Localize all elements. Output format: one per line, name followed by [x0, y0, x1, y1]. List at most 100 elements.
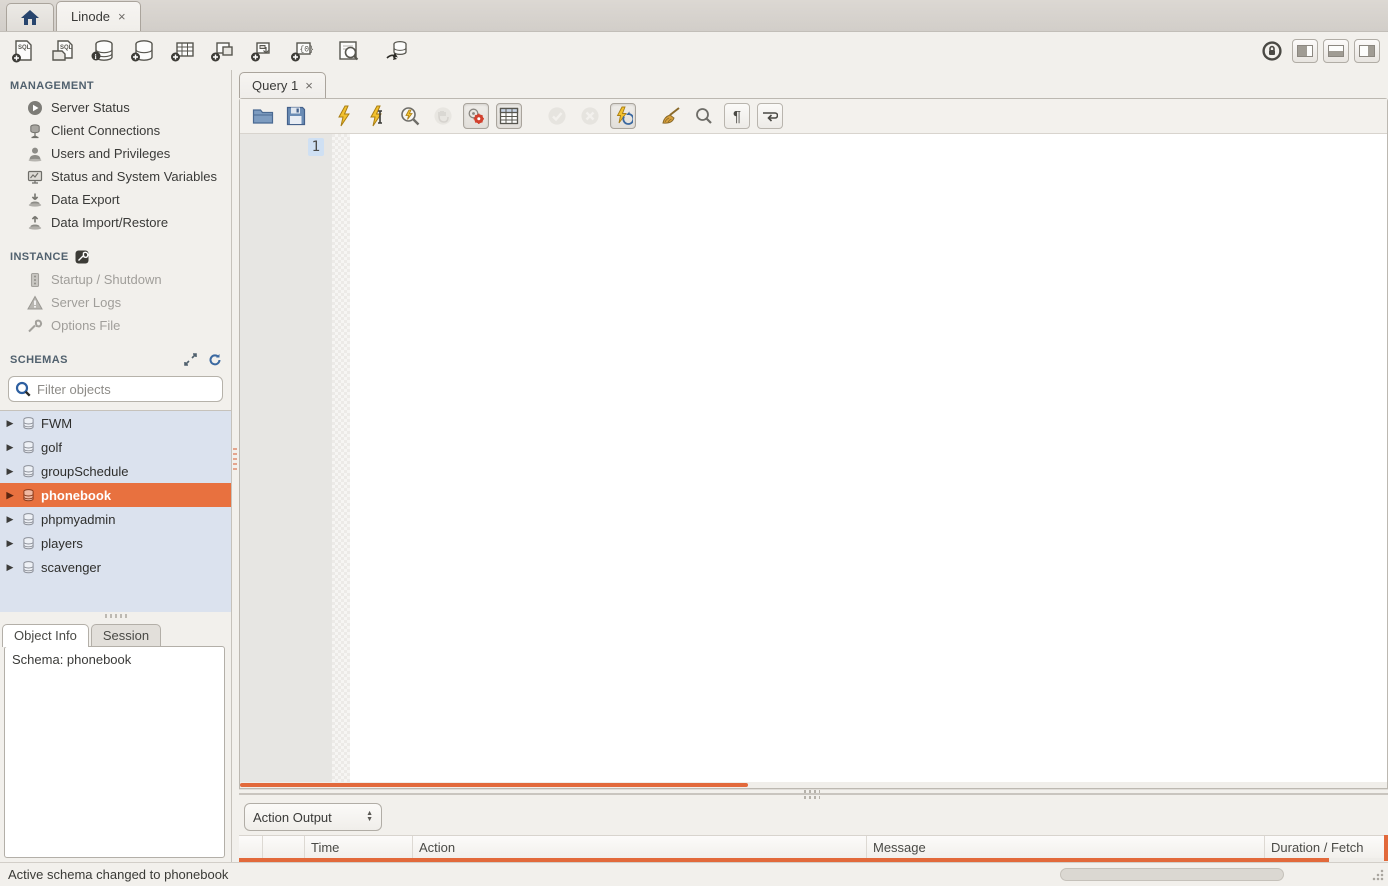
- create-view-icon: [209, 38, 237, 64]
- home-tab[interactable]: [6, 3, 54, 31]
- sidebar-item-client-connections[interactable]: Client Connections: [0, 119, 231, 142]
- output-col-action[interactable]: Action: [413, 836, 867, 858]
- schema-icon: [21, 416, 36, 431]
- sql-text-area[interactable]: [350, 134, 1387, 782]
- pilcrow-icon: ¶: [733, 108, 741, 125]
- editor-horizontal-scrollbar[interactable]: [240, 782, 1387, 788]
- create-table-icon: [169, 38, 197, 64]
- wrap-text-button[interactable]: [757, 103, 783, 129]
- sidebar-item-startup-shutdown[interactable]: Startup / Shutdown: [0, 268, 231, 291]
- sidebar-item-options-file[interactable]: Options File: [0, 314, 231, 337]
- rollback-button[interactable]: [577, 103, 603, 129]
- sidebar-splitter[interactable]: [232, 70, 239, 862]
- sidebar-item-status-system-variables[interactable]: Status and System Variables: [0, 165, 231, 188]
- create-procedure-button[interactable]: [248, 36, 278, 66]
- reconnect-dbms-button[interactable]: [382, 36, 412, 66]
- create-schema-icon: [129, 38, 157, 64]
- startup-shutdown-icon: [26, 271, 43, 288]
- management-section-title: MANAGEMENT: [0, 70, 231, 96]
- schema-inspector-button[interactable]: i: [88, 36, 118, 66]
- output-vertical-scrollbar[interactable]: [1384, 835, 1388, 861]
- status-message: Active schema changed to phonebook: [8, 867, 228, 882]
- schema-item-golf[interactable]: ▶ golf: [0, 435, 231, 459]
- create-table-button[interactable]: [168, 36, 198, 66]
- tab-object-info[interactable]: Object Info: [2, 624, 89, 647]
- svg-text:SQL: SQL: [18, 45, 31, 51]
- output-col-message[interactable]: Message: [867, 836, 1265, 858]
- editor-output-splitter[interactable]: [239, 789, 1388, 799]
- info-tab-bar: Object Info Session: [0, 620, 231, 647]
- schema-item-players[interactable]: ▶ players: [0, 531, 231, 555]
- schema-item-phonebook-selected[interactable]: ▶ phonebook: [0, 483, 231, 507]
- create-function-button[interactable]: {0}: [288, 36, 318, 66]
- toggle-left-sidebar-button[interactable]: [1292, 39, 1318, 63]
- create-function-icon: {0}: [289, 38, 317, 64]
- execute-current-statement-button[interactable]: [364, 103, 390, 129]
- sidebar-item-server-status[interactable]: Server Status: [0, 96, 231, 119]
- schema-item-phpmyadmin[interactable]: ▶ phpmyadmin: [0, 507, 231, 531]
- create-schema-button[interactable]: [128, 36, 158, 66]
- svg-text:SQL: SQL: [60, 45, 73, 51]
- navigator-sidebar: MANAGEMENT Server Status Client Connecti…: [0, 70, 232, 862]
- schema-filter-input[interactable]: [8, 376, 223, 402]
- refresh-schemas-icon[interactable]: [207, 353, 221, 366]
- expander-icon[interactable]: ▶: [4, 562, 16, 573]
- spin-down-icon: ▼: [366, 817, 373, 823]
- new-query-tab-button[interactable]: SQL: [8, 36, 38, 66]
- commit-button[interactable]: [544, 103, 570, 129]
- output-col-index[interactable]: [263, 836, 305, 858]
- output-col-duration[interactable]: Duration / Fetch: [1265, 836, 1388, 858]
- create-view-button[interactable]: [208, 36, 238, 66]
- output-type-select[interactable]: Action Output ▲ ▼: [244, 803, 382, 831]
- right-panel-icon: [1359, 45, 1375, 57]
- svg-text:i: i: [95, 53, 97, 61]
- connection-tab-close-icon[interactable]: ×: [118, 9, 126, 24]
- open-sql-script-button[interactable]: SQL: [48, 36, 78, 66]
- expander-icon[interactable]: ▶: [4, 466, 16, 477]
- beautify-sql-button[interactable]: [658, 103, 684, 129]
- find-button[interactable]: [691, 103, 717, 129]
- open-file-button[interactable]: [250, 103, 276, 129]
- toggle-right-sidebar-button[interactable]: [1354, 39, 1380, 63]
- toggle-autocommit-button[interactable]: [610, 103, 636, 129]
- data-import-icon: [26, 214, 43, 231]
- connection-tab-linode[interactable]: Linode ×: [56, 1, 141, 31]
- toggle-stop-on-error-button[interactable]: [463, 103, 489, 129]
- sidebar-item-data-import[interactable]: Data Import/Restore: [0, 211, 231, 234]
- save-button[interactable]: [283, 103, 309, 129]
- schema-filter: [8, 376, 223, 402]
- toggle-output-area-button[interactable]: [1323, 39, 1349, 63]
- sidebar-item-data-export[interactable]: Data Export: [0, 188, 231, 211]
- expander-icon[interactable]: ▶: [4, 418, 16, 429]
- tab-session[interactable]: Session: [91, 624, 161, 647]
- output-col-status[interactable]: [239, 836, 263, 858]
- connection-lock-icon: [1257, 36, 1287, 66]
- schema-item-fwm[interactable]: ▶ FWM: [0, 411, 231, 435]
- window-resize-grip[interactable]: [1371, 868, 1385, 882]
- schema-icon: [21, 488, 36, 503]
- expander-icon[interactable]: ▶: [4, 538, 16, 549]
- search-table-data-button[interactable]: [334, 36, 364, 66]
- execute-query-button[interactable]: [331, 103, 357, 129]
- schema-item-groupschedule[interactable]: ▶ groupSchedule: [0, 459, 231, 483]
- explain-plan-button[interactable]: [397, 103, 423, 129]
- expander-icon[interactable]: ▶: [4, 490, 16, 501]
- limit-rows-button[interactable]: [496, 103, 522, 129]
- show-invisibles-button[interactable]: ¶: [724, 103, 750, 129]
- fold-margin: [332, 134, 350, 782]
- query-tab-close-icon[interactable]: ×: [305, 78, 313, 93]
- query-tab-1[interactable]: Query 1 ×: [239, 72, 326, 98]
- search-table-data-icon: [336, 38, 362, 64]
- output-col-time[interactable]: Time: [305, 836, 413, 858]
- sql-editor[interactable]: 1: [240, 134, 1387, 782]
- schema-item-scavenger[interactable]: ▶ scavenger: [0, 555, 231, 579]
- expander-icon[interactable]: ▶: [4, 442, 16, 453]
- expander-icon[interactable]: ▶: [4, 514, 16, 525]
- statusbar-scrollbar-thumb[interactable]: [1060, 868, 1284, 881]
- expand-schemas-icon[interactable]: [184, 353, 197, 366]
- stop-query-button[interactable]: [430, 103, 456, 129]
- sidebar-item-users-privileges[interactable]: Users and Privileges: [0, 142, 231, 165]
- client-connections-icon: [26, 122, 43, 139]
- sidebar-horizontal-splitter[interactable]: [0, 612, 231, 620]
- sidebar-item-server-logs[interactable]: Server Logs: [0, 291, 231, 314]
